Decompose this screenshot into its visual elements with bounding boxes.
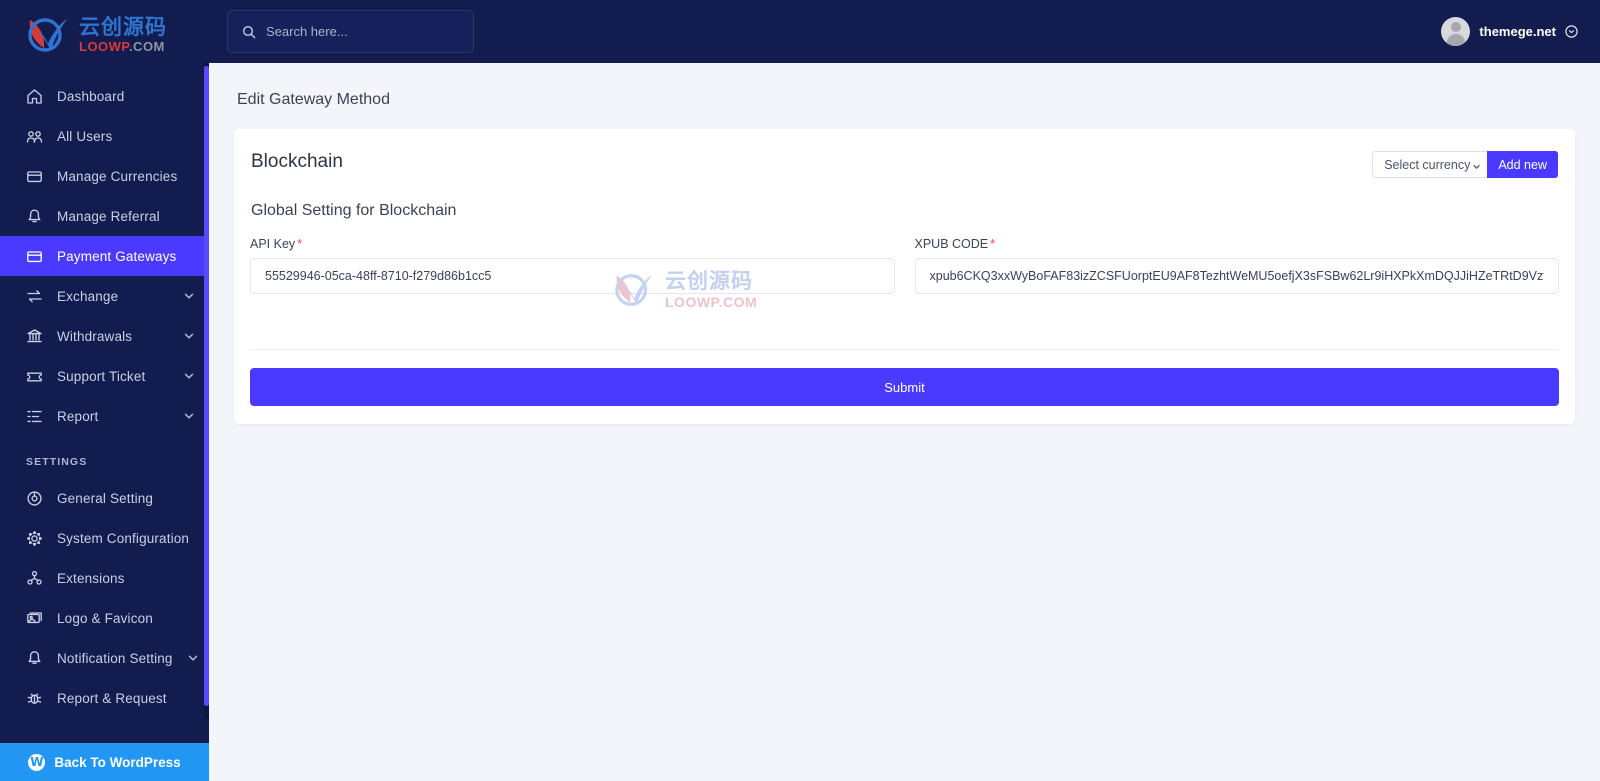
chevron-down-icon[interactable] <box>183 370 195 382</box>
sidebar-item-all-users[interactable]: All Users <box>0 116 209 156</box>
sidebar-item-payment-gateways[interactable]: Payment Gateways <box>0 236 209 276</box>
topbar: themege.net <box>209 0 1600 63</box>
select-currency-label: Select currency <box>1384 157 1471 172</box>
sidebar-item-support-ticket[interactable]: Support Ticket <box>0 356 209 396</box>
search-box[interactable] <box>227 10 474 53</box>
sidebar-item-label: Withdrawals <box>57 328 133 344</box>
chevron-down-icon[interactable] <box>183 290 195 302</box>
field-api-key: API Key * <box>250 237 895 294</box>
gear-icon <box>26 530 43 547</box>
gateway-card: Blockchain Select currency Add new Globa… <box>234 129 1575 424</box>
ticket-icon <box>26 368 43 385</box>
sidebar-item-notification-setting[interactable]: Notification Setting <box>0 638 209 678</box>
sidebar-item-label: Extensions <box>57 570 125 586</box>
users-icon <box>26 128 43 145</box>
sidebar-item-label: Support Ticket <box>57 368 146 384</box>
home-icon <box>26 88 43 105</box>
sidebar-item-label: System Configuration <box>57 530 190 546</box>
xpub-code-label: XPUB CODE * <box>915 237 1560 251</box>
sidebar-nav: Dashboard All Users Manage Currencies Manag… <box>0 70 209 743</box>
search-input[interactable] <box>266 24 459 39</box>
select-currency-dropdown[interactable]: Select currency <box>1372 151 1488 178</box>
user-name: themege.net <box>1479 24 1556 39</box>
app-root: 云创源码 LOOWP.COM Dashboard All Users Manage … <box>0 0 1600 781</box>
api-key-label-text: API Key <box>250 237 296 251</box>
card-icon <box>26 168 43 185</box>
sidebar-item-report[interactable]: Report <box>0 396 209 436</box>
api-key-label: API Key * <box>250 237 895 251</box>
gear-circle-icon <box>26 490 43 507</box>
bug-icon <box>26 690 43 707</box>
list-icon <box>26 408 43 425</box>
brand-logo-en-suffix: .COM <box>128 39 165 54</box>
sidebar-item-logo-favicon[interactable]: Logo & Favicon <box>0 598 209 638</box>
sidebar-item-report-request[interactable]: Report & Request <box>0 678 209 718</box>
sidebar-item-label: Manage Referral <box>57 208 160 224</box>
referral-icon <box>26 208 43 225</box>
sidebar-item-manage-currencies[interactable]: Manage Currencies <box>0 156 209 196</box>
api-key-input[interactable] <box>250 258 895 294</box>
search-icon <box>242 25 256 39</box>
wordpress-icon: W <box>28 753 46 771</box>
required-marker: * <box>297 237 303 251</box>
brand-logo-cn: 云创源码 <box>79 15 167 39</box>
sidebar-item-label: General Setting <box>57 490 154 506</box>
sidebar-item-withdrawals[interactable]: Withdrawals <box>0 316 209 356</box>
exchange-icon <box>26 288 43 305</box>
field-xpub-code: XPUB CODE * <box>914 237 1560 294</box>
sidebar-item-label: All Users <box>57 128 113 144</box>
card-title: Blockchain <box>251 151 343 172</box>
card-icon <box>26 248 43 265</box>
back-to-wordpress-label: Back To WordPress <box>54 754 181 770</box>
sidebar-item-exchange[interactable]: Exchange <box>0 276 209 316</box>
avatar <box>1441 17 1471 46</box>
chevron-down-icon[interactable] <box>183 410 195 422</box>
content-area: Edit Gateway Method Blockchain Select cu… <box>209 63 1600 781</box>
sidebar-item-label: Notification Setting <box>57 650 173 666</box>
chevron-down-icon[interactable] <box>183 330 195 342</box>
sidebar-item-label: Report <box>57 408 99 424</box>
card-divider <box>251 349 1558 350</box>
sidebar-item-label: Dashboard <box>57 88 125 104</box>
bank-icon <box>26 328 43 345</box>
chevron-down-icon[interactable] <box>187 652 199 664</box>
brand-logo[interactable]: 云创源码 LOOWP.COM <box>0 0 209 70</box>
chevron-down-circle-icon[interactable] <box>1565 25 1578 38</box>
sidebar-item-extensions[interactable]: Extensions <box>0 558 209 598</box>
extensions-icon <box>26 570 43 587</box>
sidebar-item-label: Logo & Favicon <box>57 610 153 626</box>
bell-icon <box>26 650 43 667</box>
sidebar-item-dashboard[interactable]: Dashboard <box>0 76 209 116</box>
sidebar-item-manage-referral[interactable]: Manage Referral <box>0 196 209 236</box>
sidebar-item-label: Report & Request <box>57 690 167 706</box>
chevron-down-icon <box>1472 160 1481 169</box>
image-icon <box>26 610 43 627</box>
sidebar-item-label: Exchange <box>57 288 119 304</box>
section-title: Global Setting for Blockchain <box>251 202 457 219</box>
back-to-wordpress-button[interactable]: W Back To WordPress <box>0 743 209 781</box>
page-title: Edit Gateway Method <box>237 91 390 108</box>
submit-button[interactable]: Submit <box>250 368 1559 406</box>
brand-logo-en: LOOWP <box>79 39 129 54</box>
sidebar-item-general-setting[interactable]: General Setting <box>0 478 209 518</box>
loowp-logo-icon <box>26 14 72 56</box>
sidebar-item-system-configuration[interactable]: System Configuration <box>0 518 209 558</box>
add-new-button[interactable]: Add new <box>1487 151 1558 178</box>
sidebar: 云创源码 LOOWP.COM Dashboard All Users Manage … <box>0 0 209 781</box>
xpub-code-label-text: XPUB CODE <box>914 237 989 251</box>
required-marker: * <box>990 237 996 251</box>
form-row: API Key* XPUB CODE* <box>250 237 1559 294</box>
main-area: themege.net Edit Gateway Method Blockcha… <box>209 0 1600 781</box>
sidebar-section-settings: SETTINGS <box>26 456 88 468</box>
user-menu[interactable]: themege.net <box>1441 17 1578 46</box>
sidebar-item-label: Payment Gateways <box>57 248 177 264</box>
sidebar-item-label: Manage Currencies <box>57 168 178 184</box>
xpub-code-input[interactable] <box>914 258 1559 294</box>
